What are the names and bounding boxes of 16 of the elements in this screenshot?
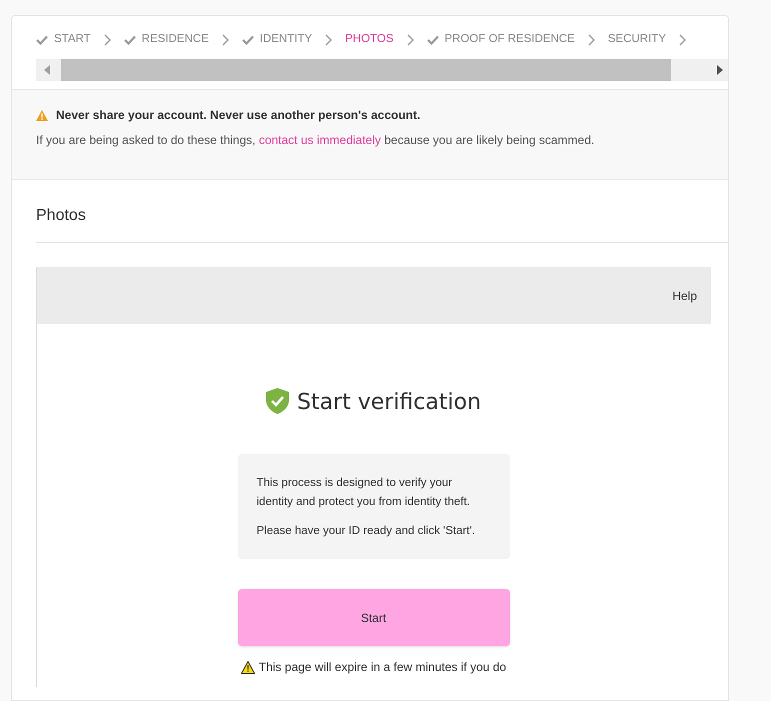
step-tab[interactable]: PHOTOS bbox=[345, 31, 394, 49]
help-link[interactable]: Help bbox=[672, 286, 697, 304]
step-tab[interactable]: SECURITY bbox=[608, 31, 666, 49]
step-tab[interactable]: RESIDENCE bbox=[124, 31, 209, 49]
expiry-note: This page will expire in a few minutes if you do bbox=[258, 659, 506, 676]
step-tab[interactable]: START bbox=[36, 31, 91, 49]
step-tab[interactable]: IDENTITY bbox=[242, 31, 312, 49]
warning-title: Never share your account. Never use another person's account. bbox=[56, 107, 420, 124]
verification-title: Start verification bbox=[296, 389, 482, 417]
section-title: Photos bbox=[36, 206, 87, 226]
info-text: This process is designed to verify your identity and protect you from identity theft. bbox=[256, 476, 472, 510]
warning-text: If you are being asked to do these things, contact us immediately because you are likely being scammed. bbox=[36, 132, 596, 149]
start-button[interactable]: Start bbox=[238, 589, 510, 646]
info-text: Please have your ID ready and click 'Start'. bbox=[256, 524, 476, 539]
step-tab[interactable]: PROOF OF RESIDENCE bbox=[426, 31, 575, 49]
contact-link[interactable]: contact us immediately bbox=[258, 133, 381, 147]
